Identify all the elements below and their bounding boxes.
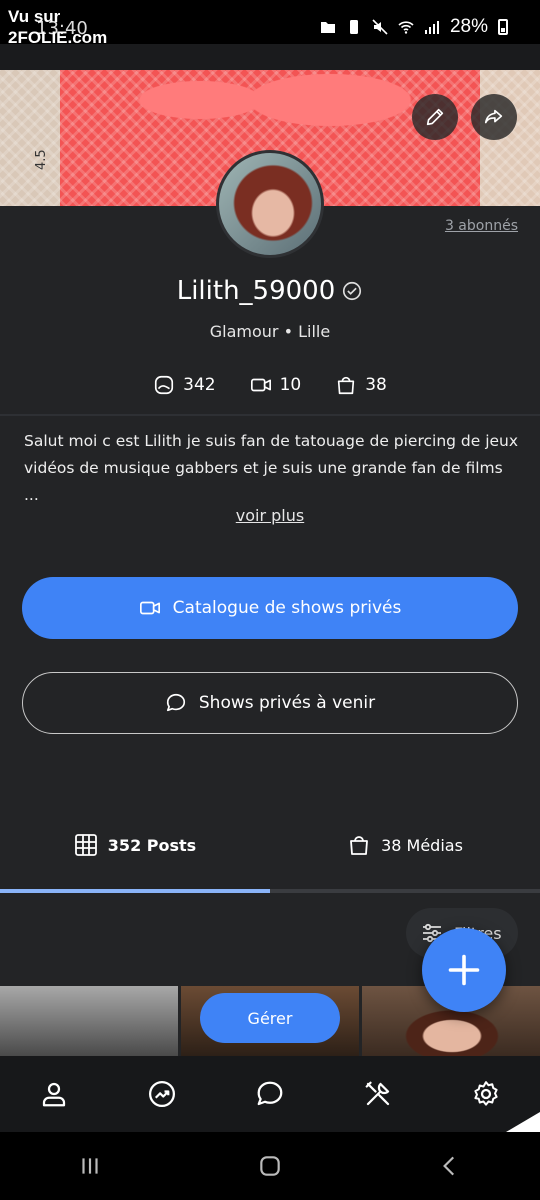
pencil-icon — [426, 108, 444, 126]
profile-icon — [42, 1082, 66, 1107]
back-icon[interactable] — [437, 1153, 463, 1179]
stat-videos-value: 10 — [279, 375, 302, 395]
upcoming-shows-label: Shows privés à venir — [198, 693, 376, 713]
nav-settings[interactable] — [456, 1064, 516, 1124]
verified-icon — [343, 281, 362, 301]
upcoming-shows-button[interactable]: Shows privés à venir — [22, 672, 518, 734]
top-strip — [0, 44, 540, 70]
stat-videos[interactable]: 10 — [250, 374, 302, 396]
followers-link[interactable]: 3 abonnés — [445, 218, 518, 234]
tools-icon — [365, 1081, 390, 1106]
username: Lilith_59000 — [176, 276, 336, 306]
tab-posts-label: 352 Posts — [107, 835, 197, 855]
manage-button[interactable]: Gérer — [200, 993, 340, 1043]
stats-icon — [149, 1081, 175, 1107]
status-icons: 28% — [320, 16, 508, 38]
home-icon[interactable] — [257, 1153, 283, 1179]
nav-profile[interactable] — [24, 1064, 84, 1124]
status-bar: 13:40 Vu sur 2FOLIE.com 28% — [0, 0, 540, 47]
tab-medias[interactable]: 38 Médias — [270, 820, 540, 870]
chat-icon — [257, 1081, 283, 1106]
avatar[interactable] — [216, 150, 324, 258]
watermark-line1: Vu sur — [8, 7, 61, 26]
catalog-button[interactable]: Catalogue de shows privés — [22, 577, 518, 639]
bottom-nav — [0, 1056, 540, 1132]
nav-tools[interactable] — [348, 1064, 408, 1124]
video-icon — [250, 378, 271, 392]
username-row: Lilith_59000 — [0, 276, 540, 306]
profile-bio: Salut moi c est Lilith je suis fan de ta… — [24, 432, 519, 504]
share-button[interactable] — [471, 94, 517, 140]
tab-posts[interactable]: 352 Posts — [0, 820, 270, 870]
nav-chat[interactable] — [240, 1064, 300, 1124]
recents-icon[interactable] — [77, 1153, 103, 1179]
stat-photos-value: 342 — [183, 375, 216, 395]
cover-age-label: 4.5 — [34, 149, 49, 170]
add-post-button[interactable] — [422, 928, 506, 1012]
wifi-icon — [398, 21, 414, 34]
stat-photos[interactable]: 342 — [153, 374, 216, 396]
chat-bubble-icon — [166, 693, 185, 712]
photo-icon — [155, 375, 174, 395]
profile-screen: 4.5 3 abonnés Lilith_59000 Glamour • Lil… — [0, 44, 540, 1056]
stat-medias-value: 38 — [365, 375, 387, 395]
signal-icon — [424, 21, 439, 34]
profile-stats: 342 10 38 — [0, 374, 540, 396]
media-thumb[interactable] — [0, 986, 178, 1056]
bag-icon — [338, 376, 355, 395]
profile-subtitle: Glamour • Lille — [209, 322, 331, 341]
nav-stats[interactable] — [132, 1064, 192, 1124]
battery-icon — [498, 19, 508, 35]
stat-medias[interactable]: 38 — [335, 374, 387, 396]
share-arrow-icon — [484, 109, 503, 124]
system-nav — [0, 1132, 540, 1200]
divider — [0, 414, 540, 416]
folder-icon — [320, 22, 335, 33]
tab-indicator — [0, 889, 270, 893]
edit-cover-button[interactable] — [412, 94, 458, 140]
content-tabs: 352 Posts 38 Médias — [0, 820, 540, 870]
tab-medias-label: 38 Médias — [381, 835, 463, 855]
plus-icon — [448, 954, 480, 986]
battery-saver-icon — [349, 20, 358, 34]
video-icon — [139, 601, 160, 615]
mute-icon — [372, 19, 388, 35]
grid-icon — [74, 834, 97, 856]
watermark: Vu sur 2FOLIE.com — [8, 6, 107, 48]
catalog-button-label: Catalogue de shows privés — [172, 598, 402, 618]
see-more-link[interactable]: voir plus — [0, 506, 540, 525]
battery-percent: 28% — [449, 16, 488, 37]
bag-icon — [350, 836, 368, 855]
settings-icon — [474, 1081, 498, 1106]
